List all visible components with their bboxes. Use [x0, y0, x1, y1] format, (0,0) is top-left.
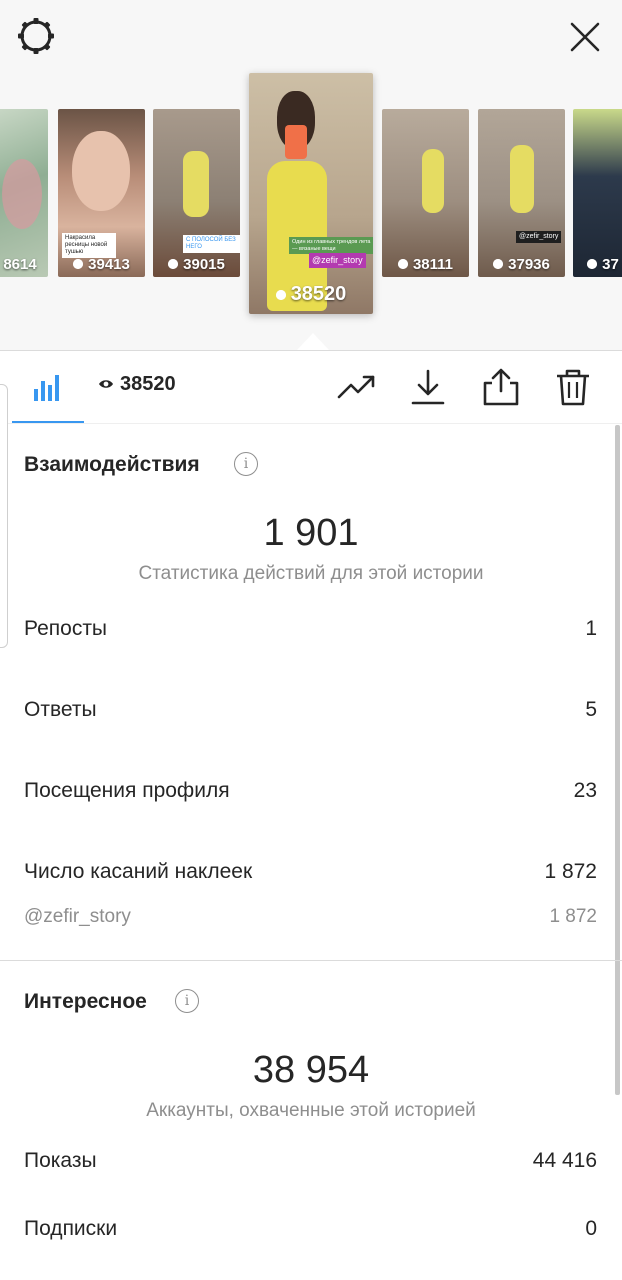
eye-icon	[587, 259, 598, 269]
discovery-caption: Аккаунты, охваченные этой историей	[146, 1100, 476, 1121]
story-views: 8614	[3, 256, 37, 273]
section-divider	[0, 960, 622, 961]
eye-icon	[275, 290, 286, 300]
story-strip[interactable]: 8614 Накрасила ресницы новой тушью 39413…	[0, 0, 622, 350]
discovery-title: Интересное	[24, 990, 147, 1013]
interactions-total: 1 901	[263, 512, 359, 554]
sticker-taps-label: Число касаний наклеек	[24, 860, 253, 883]
share-icon[interactable]	[481, 367, 521, 407]
eye-icon	[397, 259, 408, 269]
bar-chart-icon	[34, 375, 59, 401]
story-views: 39413	[58, 256, 145, 273]
profile-visits-value: 23	[573, 779, 597, 802]
story-caption-sticker: Один из главных трендов лета — вязаные в…	[289, 237, 373, 254]
replies-label: Ответы	[24, 698, 97, 721]
story-thumb[interactable]: С ПОЛОСОЙ БЕЗ НЕГО 39015	[153, 109, 240, 277]
story-image-detail	[2, 159, 42, 229]
story-views: 38111	[382, 256, 469, 273]
follows-value: 0	[585, 1217, 597, 1240]
trending-icon[interactable]	[337, 367, 377, 407]
info-icon[interactable]: i	[175, 989, 199, 1013]
mention-sticker[interactable]: @zefir_story	[309, 253, 366, 268]
replies-value: 5	[585, 698, 597, 721]
interactions-title: Взаимодействия	[24, 453, 200, 476]
story-text-sticker: Накрасила ресницы новой тушью	[62, 233, 116, 258]
follows-label: Подписки	[24, 1217, 118, 1240]
interactions-caption: Статистика действий для этой истории	[138, 563, 484, 584]
sticker-taps-value: 1 872	[544, 860, 597, 883]
sticker-mention-value: 1 872	[549, 906, 597, 927]
reposts-value: 1	[585, 617, 597, 640]
face	[72, 131, 130, 211]
eye-icon	[73, 259, 84, 269]
story-thumb[interactable]: @zefir_story 37936	[478, 109, 565, 277]
story-thumb[interactable]: 8614	[0, 109, 48, 277]
views-count: 38520	[98, 373, 176, 396]
eye-icon	[493, 259, 504, 269]
eye-icon	[168, 259, 179, 269]
download-icon[interactable]	[408, 367, 448, 407]
story-thumb[interactable]: 37	[573, 109, 622, 277]
story-views: 39015	[153, 256, 240, 273]
discovery-total: 38 954	[252, 1049, 370, 1091]
selected-story-pointer	[297, 333, 329, 350]
figure	[183, 151, 209, 217]
story-toolbar: 38520	[0, 350, 622, 424]
story-views: 37936	[478, 256, 565, 273]
phone	[285, 125, 307, 159]
figure	[422, 149, 444, 213]
story-thumb[interactable]: 38111	[382, 109, 469, 277]
story-views: 37	[573, 256, 622, 273]
impressions-label: Показы	[24, 1149, 97, 1172]
mention-sticker: @zefir_story	[516, 231, 562, 243]
sticker-mention-label: @zefir_story	[24, 906, 131, 927]
figure	[510, 145, 534, 213]
selected-story-thumb[interactable]: Один из главных трендов лета — вязаные в…	[249, 73, 373, 314]
story-poll-sticker: С ПОЛОСОЙ БЕЗ НЕГО	[183, 235, 240, 253]
trash-icon[interactable]	[553, 367, 593, 407]
impressions-value: 44 416	[532, 1149, 597, 1172]
eye-icon	[99, 380, 113, 388]
reposts-label: Репосты	[24, 617, 108, 640]
close-icon[interactable]	[566, 18, 604, 56]
story-thumb[interactable]: Накрасила ресницы новой тушью 39413	[58, 109, 145, 277]
tab-insights[interactable]	[12, 351, 84, 423]
gear-icon[interactable]	[16, 16, 56, 56]
profile-visits-label: Посещения профиля	[24, 779, 230, 802]
story-views: 38520	[249, 283, 373, 306]
info-icon[interactable]: i	[234, 452, 258, 476]
story-image	[573, 109, 622, 277]
